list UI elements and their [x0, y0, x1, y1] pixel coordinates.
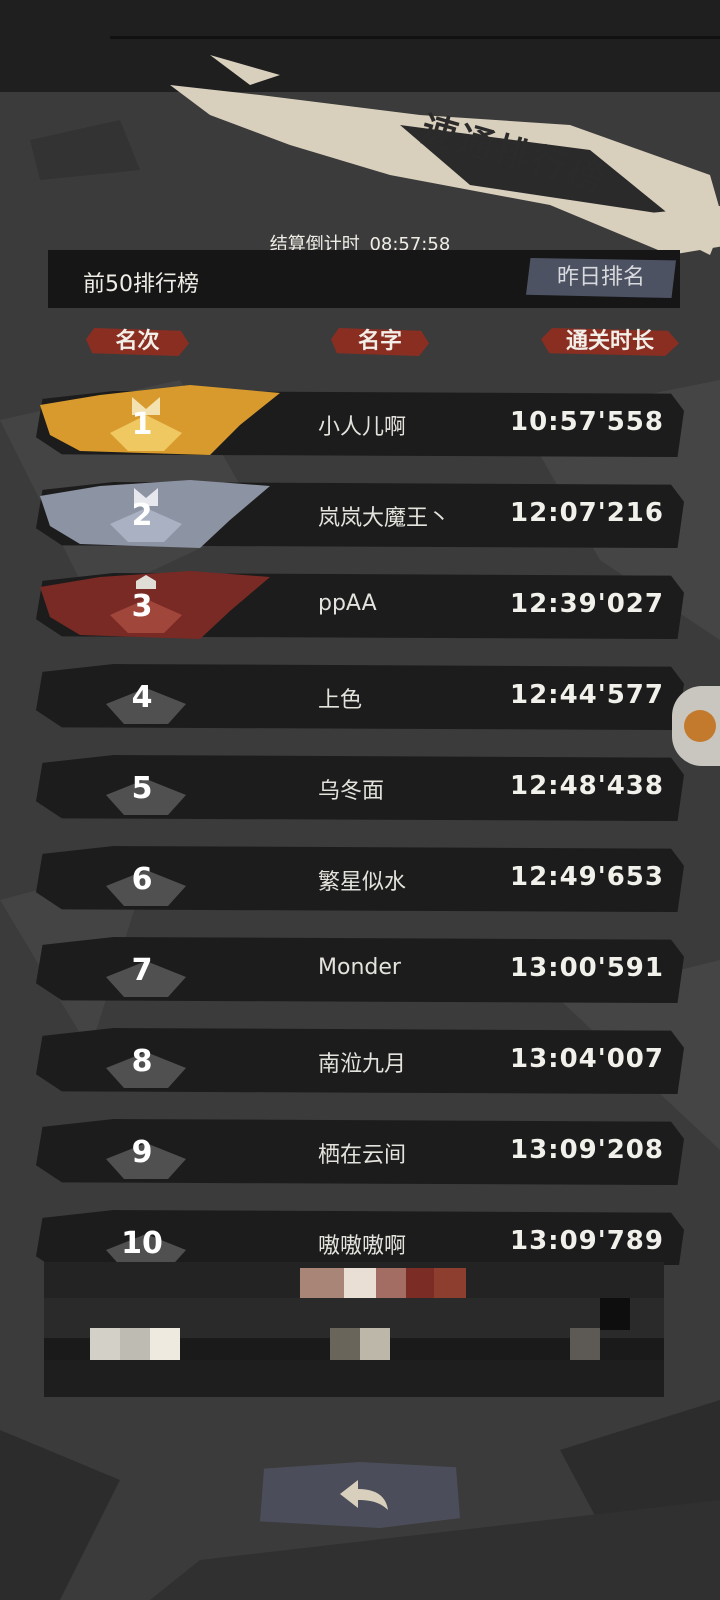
leaderboard-row[interactable]: 7 Monder 13:00'591 [36, 931, 684, 1009]
rank-badge-icon [106, 1143, 186, 1179]
rank-number: 8 [131, 1044, 153, 1079]
player-name: ppAA [318, 591, 377, 616]
player-name: 嗷嗷嗷啊 [318, 1234, 407, 1259]
clear-time: 13:09'789 [510, 1226, 664, 1256]
clear-time: 12:39'027 [510, 589, 664, 619]
player-name: 栖在云间 [318, 1143, 407, 1168]
rank-number: 10 [121, 1226, 163, 1261]
tab-top50[interactable]: 前50排行榜 [83, 266, 199, 298]
yesterday-rank-button[interactable]: 昨日排名 [526, 258, 676, 298]
leaderboard-row[interactable]: 6 繁星似水 12:49'653 [36, 840, 684, 918]
player-name: 岚岚大魔王丶 [318, 506, 451, 531]
clear-time: 12:07'216 [510, 498, 664, 528]
silver-medal-icon [40, 480, 270, 548]
clear-time: 12:44'577 [510, 680, 664, 710]
leaderboard-tab-bar: 前50排行榜 昨日排名 [48, 250, 680, 308]
rank-badge-icon [106, 688, 186, 724]
player-name: 繁星似水 [318, 870, 407, 895]
column-headers: 名次 名字 通关时长 [0, 318, 720, 366]
gold-medal-icon [40, 385, 280, 455]
player-name: 小人儿啊 [318, 415, 407, 440]
clear-time: 10:57'558 [510, 407, 664, 437]
header-name: 名字 [345, 324, 415, 360]
rank-badge-icon [106, 1234, 186, 1265]
rank-number: 3 [131, 589, 153, 624]
clear-time: 12:48'438 [510, 771, 664, 801]
rank-number: 7 [131, 953, 153, 988]
leaderboard-row[interactable]: 8 南涖九月 13:04'007 [36, 1022, 684, 1100]
rank-number: 9 [131, 1135, 153, 1170]
leaderboard-row[interactable]: 9 栖在云间 13:09'208 [36, 1113, 684, 1191]
player-name: Monder [318, 955, 401, 980]
side-tab-icon [684, 710, 716, 742]
leaderboard-row[interactable]: 4 上色 12:44'577 [36, 658, 684, 736]
back-button[interactable] [260, 1462, 460, 1528]
clear-time: 13:09'208 [510, 1135, 664, 1165]
leaderboard-row[interactable]: 2 岚岚大魔王丶 12:07'216 [36, 476, 684, 554]
side-tab-button[interactable] [672, 686, 720, 766]
clear-time: 13:04'007 [510, 1044, 664, 1074]
rank-badge-icon [106, 1052, 186, 1088]
header-rank: 名次 [100, 324, 175, 360]
rank-number: 6 [131, 862, 153, 897]
leaderboard-row[interactable]: 5 乌冬面 12:48'438 [36, 749, 684, 827]
header-time: 通关时长 [555, 324, 665, 360]
rank-number: 4 [131, 680, 153, 715]
back-arrow-icon [340, 1480, 388, 1510]
leaderboard-row[interactable]: 3 ppAA 12:39'027 [36, 567, 684, 645]
my-rank-panel-pixelated [44, 1262, 664, 1397]
player-name: 南涖九月 [318, 1052, 407, 1077]
rank-number: 2 [131, 498, 153, 533]
rank-badge-icon [106, 779, 186, 815]
rank-number: 5 [131, 771, 153, 806]
rank-number: 1 [131, 407, 153, 442]
clear-time: 12:49'653 [510, 862, 664, 892]
player-name: 乌冬面 [318, 779, 385, 804]
leaderboard-row[interactable]: 1 小人儿啊 10:57'558 [36, 385, 684, 463]
rank-badge-icon [106, 961, 186, 997]
clear-time: 13:00'591 [510, 953, 664, 983]
leaderboard-list[interactable]: 1 小人儿啊 10:57'558 2 岚岚大魔王丶 12:07'216 3 pp… [0, 385, 720, 1265]
rank-badge-icon [106, 870, 186, 906]
leaderboard-row[interactable]: 10 嗷嗷嗷啊 13:09'789 [36, 1204, 684, 1265]
bronze-medal-icon [40, 571, 270, 639]
player-name: 上色 [318, 688, 363, 713]
